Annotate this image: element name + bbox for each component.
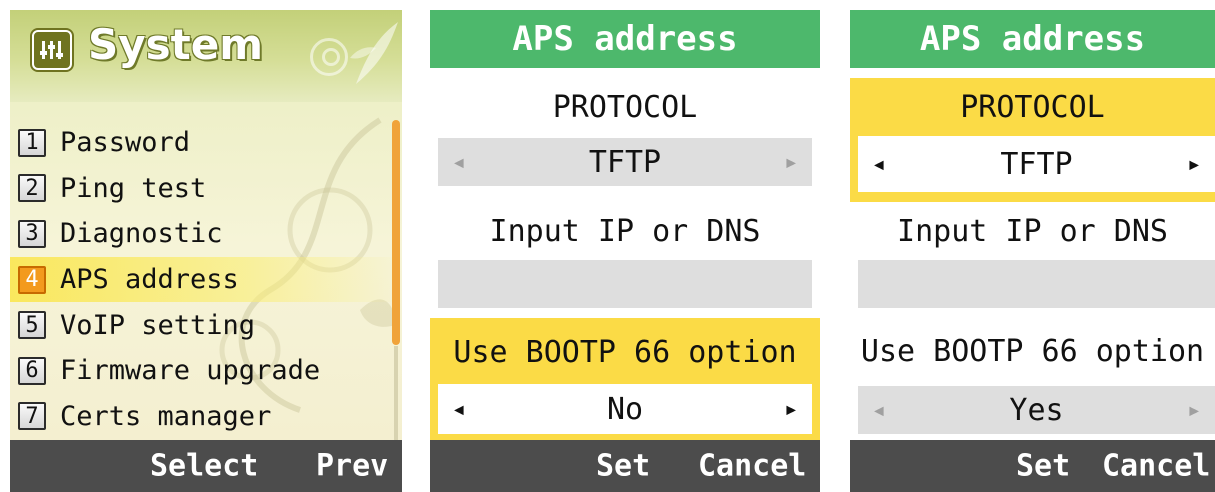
menu-item-certs-manager[interactable]: 7 Certs manager bbox=[10, 394, 402, 440]
bootp-value: No bbox=[606, 391, 644, 427]
protocol-selector[interactable]: ◀ TFTP ▶ bbox=[438, 138, 812, 186]
ip-label: Input IP or DNS bbox=[897, 213, 1168, 249]
bootp-focus-frame: Use BOOTP 66 option ◀ No ▶ bbox=[430, 318, 820, 442]
menu-item-label: VoIP setting bbox=[60, 309, 256, 341]
menu-number-badge: 2 bbox=[18, 174, 46, 203]
arrow-right-icon[interactable]: ▶ bbox=[786, 153, 796, 172]
menu-item-voip-setting[interactable]: 5 VoIP setting bbox=[10, 302, 402, 348]
ip-label: Input IP or DNS bbox=[489, 213, 761, 249]
menu-item-label: Diagnostic bbox=[60, 218, 223, 250]
aps-address-screen-protocol-focused: APS address PROTOCOL ◀ TFTP ▶ Input IP o… bbox=[850, 10, 1215, 492]
menu-item-label: Password bbox=[60, 127, 191, 159]
select-softkey[interactable]: Select bbox=[150, 449, 258, 484]
protocol-value: TFTP bbox=[1000, 146, 1073, 182]
softkey-bar: Set Cancel bbox=[430, 440, 820, 492]
cancel-softkey[interactable]: Cancel bbox=[698, 449, 806, 484]
menu-number-badge: 6 bbox=[18, 356, 46, 385]
menu-item-label: Firmware upgrade bbox=[60, 355, 321, 387]
arrow-right-icon[interactable]: ▶ bbox=[786, 400, 796, 419]
system-header: System bbox=[10, 10, 402, 102]
arrow-left-icon[interactable]: ◀ bbox=[874, 401, 884, 420]
protocol-focus-frame: PROTOCOL ◀ TFTP ▶ bbox=[850, 78, 1215, 202]
screen-header: APS address bbox=[850, 10, 1215, 68]
menu-number-badge: 5 bbox=[18, 311, 46, 340]
protocol-label: PROTOCOL bbox=[552, 89, 698, 125]
page-title: System bbox=[88, 20, 263, 69]
scrollbar-thumb[interactable] bbox=[392, 120, 400, 345]
protocol-label: PROTOCOL bbox=[960, 89, 1105, 125]
softkey-bar: Select Prev bbox=[10, 440, 402, 492]
arrow-left-icon[interactable]: ◀ bbox=[454, 400, 464, 419]
menu-number-badge: 7 bbox=[18, 402, 46, 431]
leaf-icon bbox=[350, 22, 398, 84]
menu-item-diagnostic[interactable]: 3 Diagnostic bbox=[10, 211, 402, 257]
menu-item-ping-test[interactable]: 2 Ping test bbox=[10, 166, 402, 212]
set-softkey[interactable]: Set bbox=[1016, 449, 1070, 484]
bootp-selector[interactable]: ◀ Yes ▶ bbox=[858, 386, 1215, 434]
set-softkey[interactable]: Set bbox=[596, 449, 650, 484]
screen-header: APS address bbox=[430, 10, 820, 68]
scrollbar-track[interactable] bbox=[394, 346, 398, 440]
menu-item-firmware-upgrade[interactable]: 6 Firmware upgrade bbox=[10, 348, 402, 394]
prev-softkey[interactable]: Prev bbox=[316, 449, 388, 484]
aps-address-screen-bootp-focused: APS address PROTOCOL ◀ TFTP ▶ Input IP o… bbox=[430, 10, 820, 492]
bootp-value: Yes bbox=[1009, 392, 1064, 428]
arrow-left-icon[interactable]: ◀ bbox=[874, 155, 884, 174]
menu-item-aps-address[interactable]: 4 APS address bbox=[10, 256, 402, 303]
softkey-bar: Set Cancel bbox=[850, 440, 1215, 492]
bootp-label: Use BOOTP 66 option bbox=[453, 334, 797, 370]
menu-number-badge: 3 bbox=[18, 219, 46, 248]
ip-input[interactable] bbox=[858, 260, 1215, 308]
bootp-selector[interactable]: ◀ No ▶ bbox=[438, 384, 812, 434]
menu-number-badge: 1 bbox=[18, 128, 46, 157]
menu-item-password[interactable]: 1 Password bbox=[10, 120, 402, 166]
bootp-label: Use BOOTP 66 option bbox=[860, 333, 1205, 369]
decorative-swirl-icon bbox=[322, 48, 340, 66]
system-menu-screen: System 1 Password 2 Ping test 3 Diagnost… bbox=[10, 10, 402, 492]
menu-list: 1 Password 2 Ping test 3 Diagnostic 4 AP… bbox=[10, 120, 402, 439]
cancel-softkey[interactable]: Cancel bbox=[1102, 449, 1210, 484]
equalizer-icon bbox=[32, 30, 72, 70]
menu-item-label: APS address bbox=[60, 264, 239, 296]
protocol-selector[interactable]: ◀ TFTP ▶ bbox=[858, 136, 1215, 192]
menu-number-badge: 4 bbox=[18, 265, 46, 294]
menu-item-label: Ping test bbox=[60, 172, 207, 204]
arrow-left-icon[interactable]: ◀ bbox=[454, 153, 464, 172]
protocol-value: TFTP bbox=[588, 144, 662, 180]
arrow-right-icon[interactable]: ▶ bbox=[1189, 155, 1199, 174]
arrow-right-icon[interactable]: ▶ bbox=[1189, 401, 1199, 420]
menu-item-label: Certs manager bbox=[60, 400, 272, 432]
ip-input[interactable] bbox=[438, 260, 812, 308]
